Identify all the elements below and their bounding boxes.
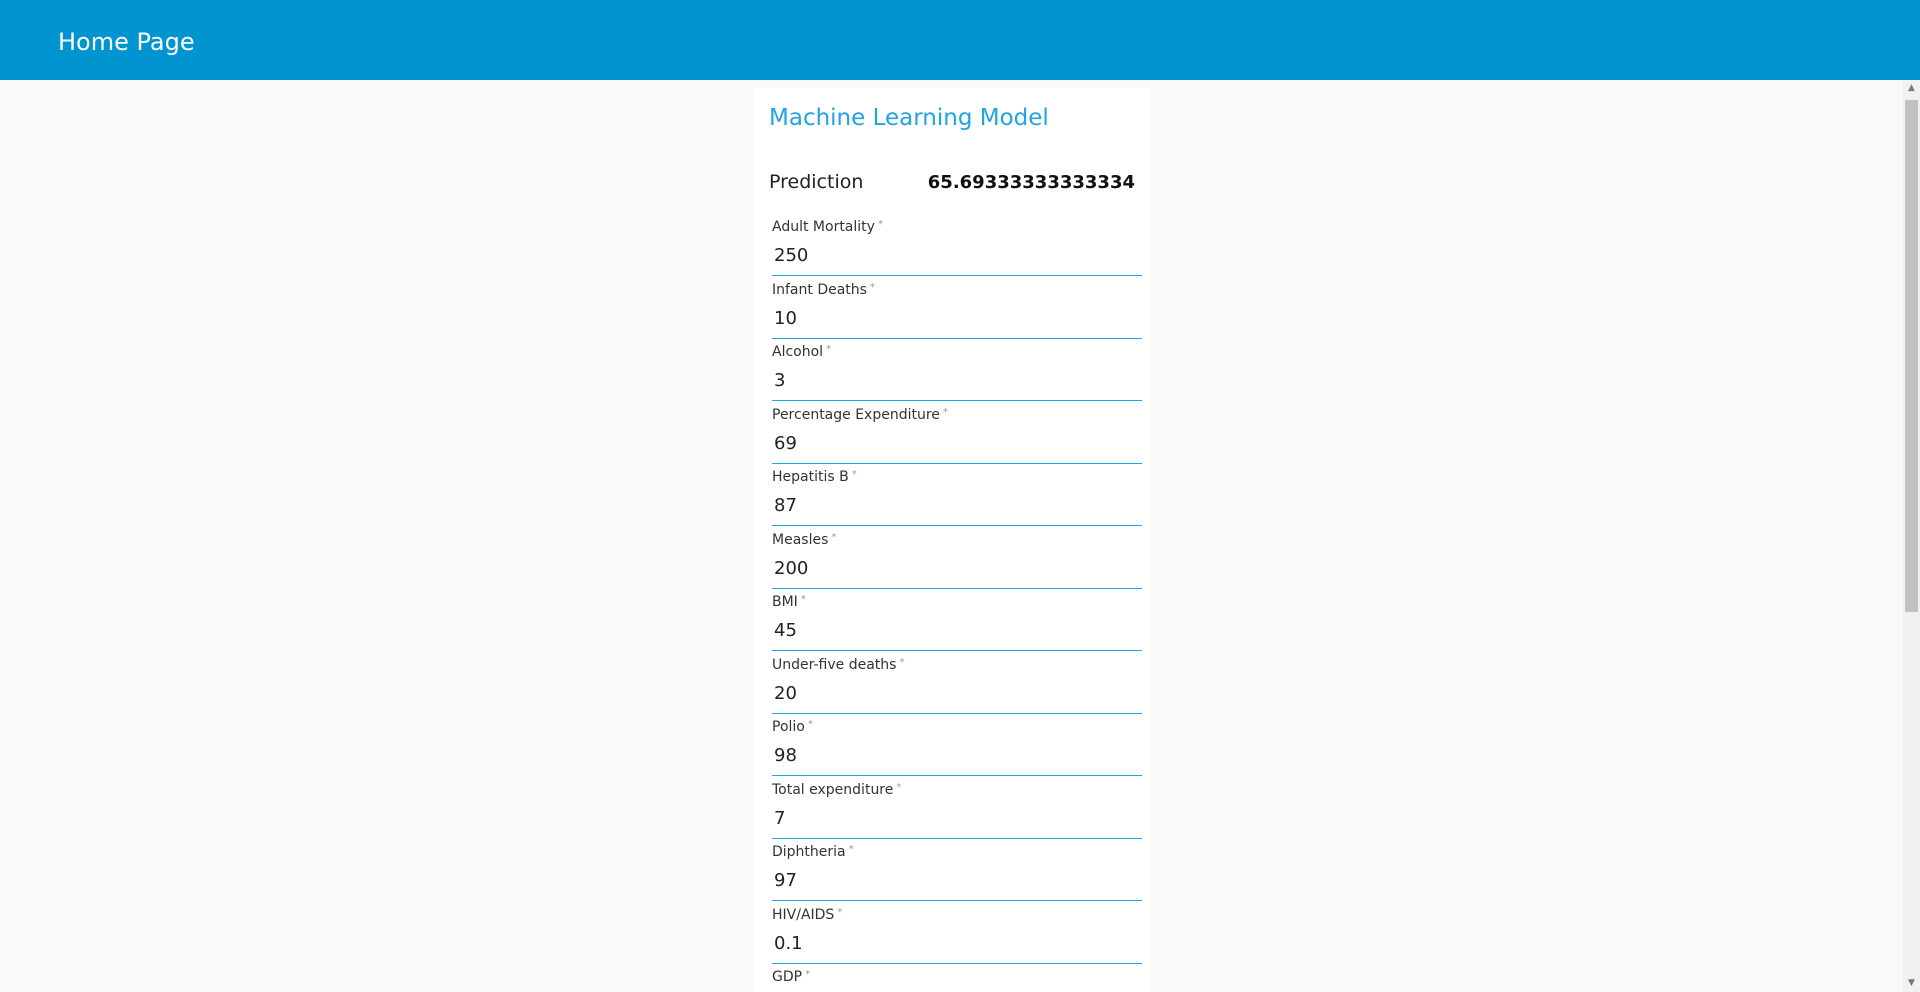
field-label: Diphtheria * xyxy=(772,844,854,860)
field-label: GDP * xyxy=(772,969,811,985)
required-marker: * xyxy=(800,594,806,605)
required-marker: * xyxy=(807,719,813,730)
page-title: Home Page xyxy=(58,28,195,56)
field-infant-deaths: Infant Deaths * xyxy=(772,281,1142,339)
field-percentage-expenditure: Percentage Expenditure * xyxy=(772,406,1142,464)
field-total-expenditure: Total expenditure * xyxy=(772,781,1142,839)
field-hepatitis-b: Hepatitis B * xyxy=(772,468,1142,526)
required-marker: * xyxy=(805,969,811,980)
required-marker: * xyxy=(896,782,902,793)
required-marker: * xyxy=(826,344,832,355)
field-label: Hepatitis B * xyxy=(772,469,857,485)
required-marker: * xyxy=(851,469,857,480)
field-adult-mortality: Adult Mortality * xyxy=(772,218,1142,276)
polio-input[interactable] xyxy=(772,740,1140,770)
scroll-up-icon[interactable]: ▲ xyxy=(1903,80,1920,97)
hepatitis-b-input[interactable] xyxy=(772,490,1140,520)
required-marker: * xyxy=(831,532,837,543)
card-title: Machine Learning Model xyxy=(769,105,1049,131)
percentage-expenditure-input[interactable] xyxy=(772,428,1140,458)
app-header: Home Page xyxy=(0,0,1920,80)
field-label: Infant Deaths * xyxy=(772,282,875,298)
field-label: Adult Mortality * xyxy=(772,219,883,235)
required-marker: * xyxy=(942,407,948,418)
field-gdp: GDP * xyxy=(772,968,1142,992)
required-marker: * xyxy=(869,282,875,293)
field-label: Alcohol * xyxy=(772,344,832,360)
field-label: Total expenditure * xyxy=(772,782,902,798)
field-under-five-deaths: Under-five deaths * xyxy=(772,656,1142,714)
field-bmi: BMI * xyxy=(772,593,1142,651)
field-label: Measles * xyxy=(772,532,837,548)
adult-mortality-input[interactable] xyxy=(772,240,1140,270)
required-marker: * xyxy=(848,844,854,855)
bmi-input[interactable] xyxy=(772,615,1140,645)
field-alcohol: Alcohol * xyxy=(772,343,1142,401)
field-polio: Polio * xyxy=(772,718,1142,776)
field-measles: Measles * xyxy=(772,531,1142,589)
diphtheria-input[interactable] xyxy=(772,865,1140,895)
vertical-scrollbar[interactable]: ▲ ▼ xyxy=(1903,80,1920,992)
model-card: Machine Learning Model Prediction 65.693… xyxy=(753,88,1151,992)
under-five-deaths-input[interactable] xyxy=(772,678,1140,708)
measles-input[interactable] xyxy=(772,553,1140,583)
scrollbar-thumb[interactable] xyxy=(1905,100,1918,612)
prediction-label: Prediction xyxy=(769,171,864,193)
field-hiv-aids: HIV/AIDS * xyxy=(772,906,1142,964)
hiv-aids-input[interactable] xyxy=(772,928,1140,958)
total-expenditure-input[interactable] xyxy=(772,803,1140,833)
scroll-down-icon[interactable]: ▼ xyxy=(1903,975,1920,992)
field-label: Polio * xyxy=(772,719,813,735)
field-label: Percentage Expenditure * xyxy=(772,407,948,423)
field-label: Under-five deaths * xyxy=(772,657,905,673)
prediction-value: 65.69333333333334 xyxy=(927,172,1135,193)
field-diphtheria: Diphtheria * xyxy=(772,843,1142,901)
field-label: HIV/AIDS * xyxy=(772,907,843,923)
field-label: BMI * xyxy=(772,594,806,610)
required-marker: * xyxy=(877,219,883,230)
infant-deaths-input[interactable] xyxy=(772,303,1140,333)
alcohol-input[interactable] xyxy=(772,365,1140,395)
prediction-row: Prediction 65.69333333333334 xyxy=(769,168,1135,198)
required-marker: * xyxy=(899,657,905,668)
required-marker: * xyxy=(837,907,843,918)
